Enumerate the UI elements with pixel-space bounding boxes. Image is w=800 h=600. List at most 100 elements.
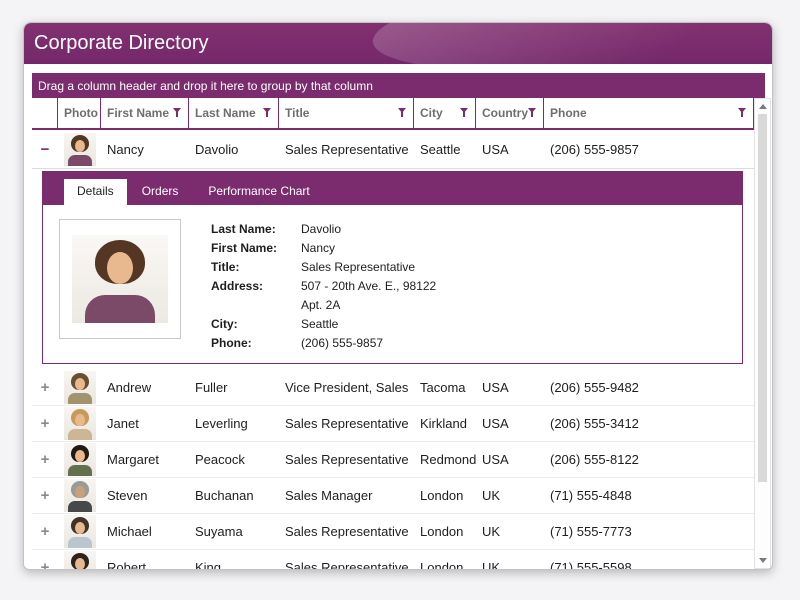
column-header-photo[interactable]: Photo (58, 98, 101, 128)
title-cell: Sales Representative (279, 416, 414, 431)
detail-field-city: City: Seattle (211, 315, 436, 334)
expand-button[interactable]: + (32, 452, 58, 467)
group-drop-zone[interactable]: Drag a column header and drop it here to… (32, 73, 765, 98)
last-name-cell: King (189, 560, 279, 569)
last-name-cell: Davolio (189, 142, 279, 157)
field-label: Last Name: (211, 220, 301, 239)
employee-row-steven[interactable]: + Steven Buchanan Sales Manager (32, 478, 754, 514)
vertical-scrollbar[interactable] (754, 98, 771, 569)
phone-cell: (206) 555-3412 (544, 416, 754, 431)
tab-details[interactable]: Details (64, 179, 127, 205)
title-cell: Sales Representative (279, 524, 414, 539)
filter-icon[interactable] (460, 108, 469, 118)
expand-button[interactable]: + (32, 488, 58, 503)
filter-icon[interactable] (398, 108, 407, 118)
grid-container: Drag a column header and drop it here to… (32, 73, 769, 569)
title-cell: Sales Representative (279, 142, 414, 157)
expand-button[interactable]: + (32, 560, 58, 569)
column-label: Title (285, 106, 309, 120)
phone-cell: (206) 555-9482 (544, 380, 754, 395)
employee-row-janet[interactable]: + Janet Leverling Sales Representative (32, 406, 754, 442)
last-name-cell: Peacock (189, 452, 279, 467)
column-label: Phone (550, 106, 587, 120)
column-header-country[interactable]: Country (476, 98, 544, 128)
employee-photo-robert (64, 551, 96, 569)
column-header-title[interactable]: Title (279, 98, 414, 128)
employee-photo-janet (64, 407, 96, 440)
avatar-part (75, 522, 85, 534)
detail-field-last-name: Last Name: Davolio (211, 220, 436, 239)
avatar-part (75, 486, 85, 498)
expand-button[interactable]: + (32, 416, 58, 431)
tab-orders[interactable]: Orders (127, 178, 194, 205)
avatar-part (85, 295, 155, 323)
detail-tab-strip: Details Orders Performance Chart (42, 171, 743, 205)
employee-row-michael[interactable]: + Michael Suyama Sales Representative (32, 514, 754, 550)
tab-performance-chart[interactable]: Performance Chart (193, 178, 324, 205)
photo-cell (58, 479, 101, 512)
employee-row-nancy[interactable]: − Nancy Davolio Sales Representative (32, 130, 754, 169)
column-header-city[interactable]: City (414, 98, 476, 128)
field-label: Title: (211, 258, 301, 277)
filter-icon[interactable] (173, 108, 182, 118)
expand-button[interactable]: + (32, 380, 58, 395)
expand-button[interactable]: + (32, 524, 58, 539)
field-label: First Name: (211, 239, 301, 258)
title-cell: Vice President, Sales (279, 380, 414, 395)
city-cell: London (414, 560, 476, 569)
column-header-last-name[interactable]: Last Name (189, 98, 279, 128)
avatar-part (75, 558, 85, 569)
field-label: City: (211, 315, 301, 334)
first-name-cell: Robert (101, 560, 189, 569)
filter-icon[interactable] (263, 108, 272, 118)
photo-cell (58, 371, 101, 404)
first-name-cell: Michael (101, 524, 189, 539)
field-label: Phone: (211, 334, 301, 353)
country-cell: USA (476, 380, 544, 395)
grid-body: − Nancy Davolio Sales Representative (32, 130, 754, 569)
city-cell: Redmond (414, 452, 476, 467)
column-header-first-name[interactable]: First Name (101, 98, 189, 128)
employee-photo-michael (64, 515, 96, 548)
last-name-cell: Suyama (189, 524, 279, 539)
employee-row-robert[interactable]: + Robert King Sales Representative (32, 550, 754, 569)
photo-cell (58, 407, 101, 440)
avatar-part (68, 155, 92, 166)
plus-icon: + (41, 488, 50, 503)
field-value: Seattle (301, 315, 338, 334)
first-name-cell: Nancy (101, 142, 189, 157)
page-title: Corporate Directory (34, 32, 209, 55)
avatar-part (68, 501, 92, 512)
collapse-button[interactable]: − (32, 142, 58, 157)
city-cell: London (414, 488, 476, 503)
avatar-part (75, 140, 85, 152)
country-cell: UK (476, 560, 544, 569)
first-name-cell: Margaret (101, 452, 189, 467)
phone-cell: (206) 555-9857 (544, 142, 754, 157)
column-header-phone[interactable]: Phone (544, 98, 754, 128)
employee-row-andrew[interactable]: + Andrew Fuller Vice President, Sales (32, 370, 754, 406)
scroll-up-icon[interactable] (759, 104, 767, 109)
plus-icon: + (41, 416, 50, 431)
plus-icon: + (41, 560, 50, 569)
field-value: (206) 555-9857 (301, 334, 383, 353)
employee-photo-nancy (64, 133, 96, 166)
detail-field-title: Title: Sales Representative (211, 258, 436, 277)
scroll-down-icon[interactable] (759, 558, 767, 563)
city-cell: Tacoma (414, 380, 476, 395)
grid: Photo First Name Last Name Title (32, 98, 771, 569)
photo-cell (58, 443, 101, 476)
last-name-cell: Fuller (189, 380, 279, 395)
scrollbar-thumb[interactable] (758, 114, 767, 482)
employee-row-margaret[interactable]: + Margaret Peacock Sales Representative (32, 442, 754, 478)
detail-field-first-name: First Name: Nancy (211, 239, 436, 258)
last-name-cell: Leverling (189, 416, 279, 431)
column-label: First Name (107, 106, 169, 120)
avatar-part (75, 450, 85, 462)
plus-icon: + (41, 380, 50, 395)
corporate-directory-window: Corporate Directory Drag a column header… (23, 22, 773, 570)
filter-icon[interactable] (528, 108, 537, 118)
filter-icon[interactable] (738, 108, 747, 118)
window-title-bar: Corporate Directory (24, 23, 772, 64)
phone-cell: (206) 555-8122 (544, 452, 754, 467)
